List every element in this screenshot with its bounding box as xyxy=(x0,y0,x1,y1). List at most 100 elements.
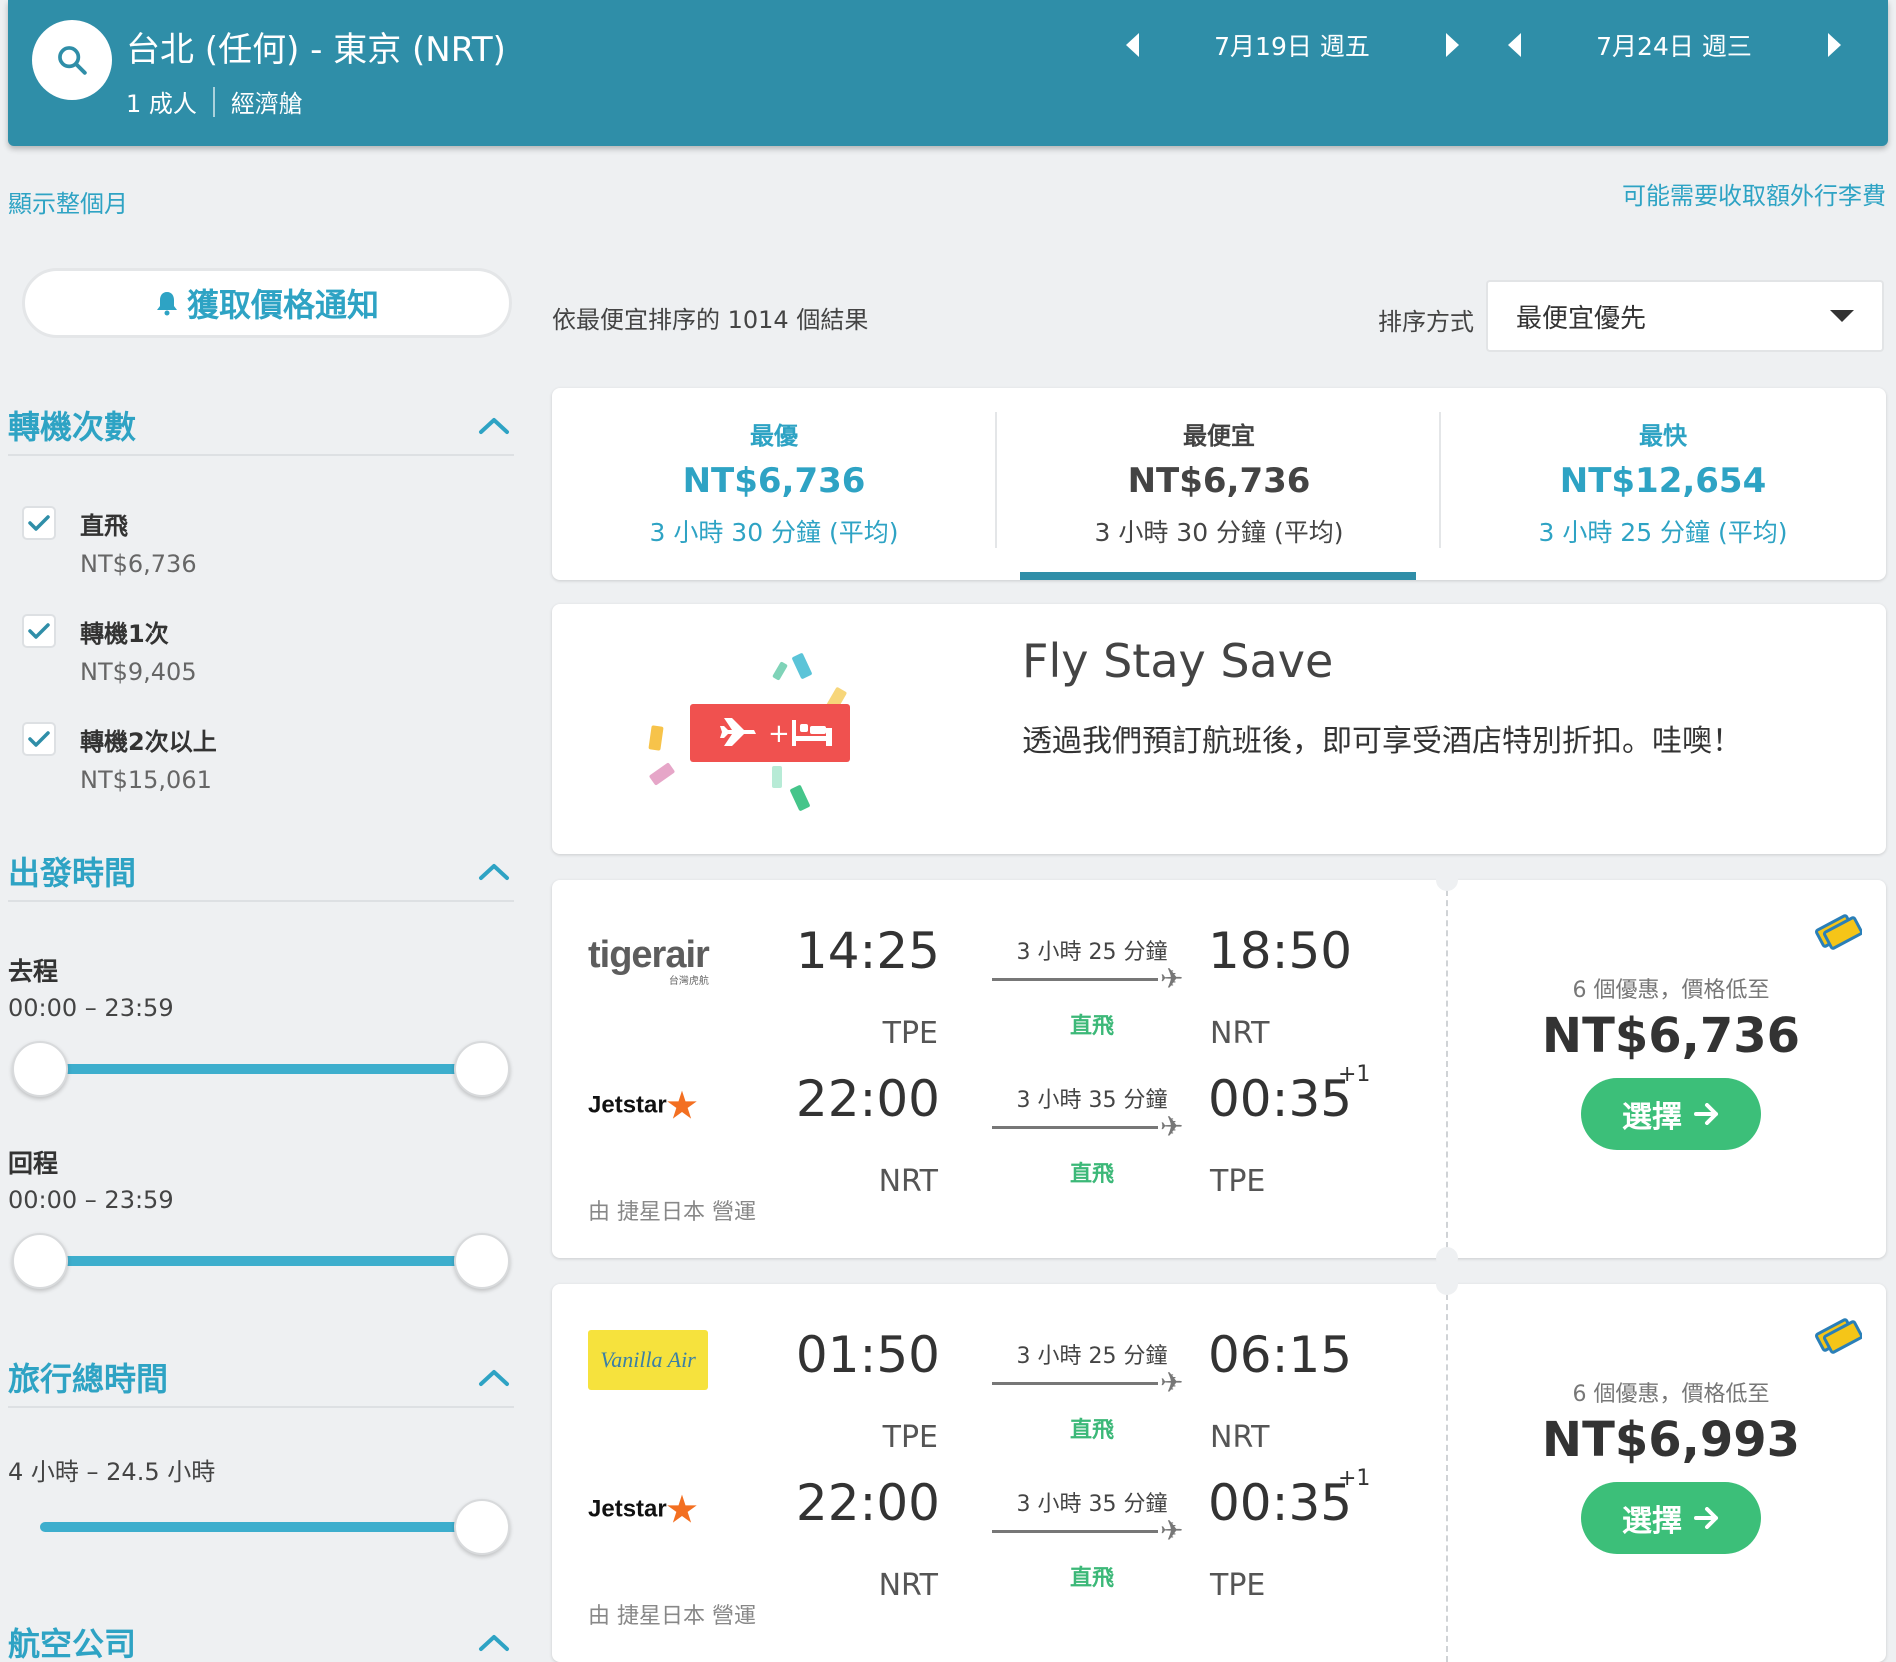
return-date-next-button[interactable] xyxy=(1814,20,1854,70)
price-alert-label: 獲取價格通知 xyxy=(186,286,379,324)
return-date[interactable]: 7月24日 週三 xyxy=(1534,27,1814,63)
caret-right-icon xyxy=(1445,33,1459,57)
stops-info: 直飛 xyxy=(1069,1566,1114,1591)
flight-result-card[interactable]: tigerair 台灣虎航 14:25 TPE 3 小時 25 分鐘 ✈ 直飛 … xyxy=(552,869,1886,1269)
chevron-up-icon[interactable] xyxy=(474,405,514,445)
depart-date[interactable]: 7月19日 週五 xyxy=(1152,27,1432,63)
checkbox[interactable] xyxy=(22,614,56,648)
departure-airport: NRT xyxy=(878,1164,938,1199)
tab-price: NT$6,736 xyxy=(682,461,866,501)
arrival-airport: NRT xyxy=(1210,1420,1270,1455)
tab-label: 最優 xyxy=(750,422,798,450)
airline-logo-jetstar: Jetstar★ xyxy=(588,1490,697,1530)
sort-tabs: 最優 NT$6,736 3 小時 30 分鐘 (平均) 最便宜 NT$6,736… xyxy=(552,388,1886,580)
return-time-slider-track[interactable] xyxy=(40,1256,482,1266)
flight-price: NT$6,993 xyxy=(1541,1412,1801,1468)
stops-option-price: NT$15,061 xyxy=(80,766,212,794)
caret-right-icon xyxy=(1827,33,1841,57)
airline-logo-text: Vanilla Air xyxy=(600,1347,696,1372)
stops-filter-title: 轉機次數 xyxy=(8,408,137,446)
checkmark-icon xyxy=(28,515,50,531)
tab-fastest[interactable]: 最快 NT$12,654 3 小時 25 分鐘 (平均) xyxy=(1441,388,1885,580)
duration-slider-track[interactable] xyxy=(40,1522,482,1532)
departure-airport: NRT xyxy=(878,1568,938,1603)
airline-logo-jetstar: Jetstar★ xyxy=(588,1086,697,1126)
arrow-right-icon xyxy=(1694,1507,1718,1529)
airline-logo-text: Jetstar xyxy=(588,1495,667,1523)
bell-icon xyxy=(156,292,177,316)
stops-info: 直飛 xyxy=(1069,1418,1114,1443)
passenger-cabin-summary[interactable]: 1 成人 經濟艙 xyxy=(126,84,303,119)
duration-filter-header[interactable]: 旅行總時間 xyxy=(8,1348,514,1408)
search-icon xyxy=(58,46,87,75)
airplane-icon: ✈ xyxy=(1160,1366,1184,1399)
airline-logo-text: Jetstar xyxy=(588,1091,667,1119)
stops-option-label: 轉機2次以上 xyxy=(80,728,217,756)
ticket-notch xyxy=(1436,869,1458,891)
chevron-up-icon[interactable] xyxy=(474,1357,514,1397)
return-time-slider-min-handle[interactable] xyxy=(12,1233,68,1289)
airlines-filter-header[interactable]: 航空公司 xyxy=(8,1612,514,1662)
tab-price: NT$6,736 xyxy=(1127,461,1311,501)
star-icon: ★ xyxy=(666,1491,698,1529)
stops-option-label: 轉機1次 xyxy=(80,620,169,648)
outbound-time-slider-track[interactable] xyxy=(40,1064,482,1074)
divider xyxy=(1446,880,1448,1258)
search-summary-header: 台北 (任何) - 東京 (NRT) 1 成人 經濟艙 7月19日 週五 7月2… xyxy=(8,0,1888,146)
stops-filter-header[interactable]: 轉機次數 xyxy=(8,396,514,456)
outbound-time-range: 00:00 – 23:59 xyxy=(8,994,174,1022)
duration-filter-title: 旅行總時間 xyxy=(8,1360,169,1398)
depart-date-picker: 7月19日 週五 xyxy=(1112,20,1472,70)
cabin-class: 經濟艙 xyxy=(230,90,303,118)
tab-duration: 3 小時 30 分鐘 (平均) xyxy=(649,518,899,547)
svg-text:+: + xyxy=(768,719,790,749)
duration-slider-max-handle[interactable] xyxy=(454,1499,510,1555)
inbound-leg: Jetstar★ 22:00 NRT 3 小時 35 分鐘 ✈ 直飛 00:35… xyxy=(552,1062,1452,1199)
airplane-icon: ✈ xyxy=(1160,962,1184,995)
select-flight-button[interactable]: 選擇 xyxy=(1581,1482,1761,1554)
chevron-up-icon[interactable] xyxy=(474,1622,514,1662)
airline-logo-vanilla-air: Vanilla Air xyxy=(588,1330,708,1390)
fly-stay-save-banner[interactable]: + Fly Stay Save 透過我們預訂航班後，即可享受酒店特別折扣。哇噢！ xyxy=(552,604,1886,854)
arrival-time: 00:35 xyxy=(1208,1070,1353,1128)
departure-time-filter-title: 出發時間 xyxy=(8,854,137,892)
day-offset-badge: +1 xyxy=(1338,1466,1371,1491)
depart-date-prev-button[interactable] xyxy=(1112,20,1152,70)
select-button-label: 選擇 xyxy=(1622,1504,1682,1539)
checkbox[interactable] xyxy=(22,506,56,540)
checkmark-icon xyxy=(28,731,50,747)
outbound-time-slider-max-handle[interactable] xyxy=(454,1041,510,1097)
price-section: 6 個優惠，價格低至 NT$6,736 選擇 xyxy=(1456,880,1886,1258)
day-offset-badge: +1 xyxy=(1338,1062,1371,1087)
route-title[interactable]: 台北 (任何) - 東京 (NRT) xyxy=(126,22,506,71)
airlines-filter-title: 航空公司 xyxy=(8,1625,137,1662)
arrival-airport: NRT xyxy=(1210,1016,1270,1051)
return-time-slider-max-handle[interactable] xyxy=(454,1233,510,1289)
arrow-right-icon xyxy=(1694,1103,1718,1125)
flight-price: NT$6,736 xyxy=(1541,1008,1801,1064)
baggage-fee-link[interactable]: 可能需要收取額外行李費 xyxy=(1622,176,1886,211)
departure-time-filter-header[interactable]: 出發時間 xyxy=(8,842,514,902)
price-alert-button[interactable]: 獲取價格通知 xyxy=(22,268,512,338)
arrival-time: 18:50 xyxy=(1208,922,1353,980)
select-button-label: 選擇 xyxy=(1622,1100,1682,1135)
inbound-leg: Jetstar★ 22:00 NRT 3 小時 35 分鐘 ✈ 直飛 00:35… xyxy=(552,1466,1452,1603)
show-whole-month-link[interactable]: 顯示整個月 xyxy=(8,184,128,219)
chevron-up-icon[interactable] xyxy=(474,851,514,891)
checkbox[interactable] xyxy=(22,722,56,756)
route-line xyxy=(992,1126,1158,1129)
return-date-prev-button[interactable] xyxy=(1494,20,1534,70)
tab-cheapest[interactable]: 最便宜 NT$6,736 3 小時 30 分鐘 (平均) xyxy=(997,388,1441,580)
departure-airport: TPE xyxy=(882,1016,938,1051)
stops-info: 直飛 xyxy=(1069,1162,1114,1187)
select-flight-button[interactable]: 選擇 xyxy=(1581,1078,1761,1150)
outbound-time-slider-min-handle[interactable] xyxy=(12,1041,68,1097)
return-time-label: 回程 xyxy=(8,1149,59,1178)
divider xyxy=(1446,1284,1448,1662)
tab-best[interactable]: 最優 NT$6,736 3 小時 30 分鐘 (平均) xyxy=(552,388,996,580)
depart-date-next-button[interactable] xyxy=(1432,20,1472,70)
flight-result-card[interactable]: Vanilla Air 01:50 TPE 3 小時 25 分鐘 ✈ 直飛 06… xyxy=(552,1273,1886,1662)
arrival-airport: TPE xyxy=(1210,1568,1266,1603)
sort-dropdown[interactable]: 最便宜優先 xyxy=(1486,280,1884,352)
search-button[interactable] xyxy=(32,20,112,100)
